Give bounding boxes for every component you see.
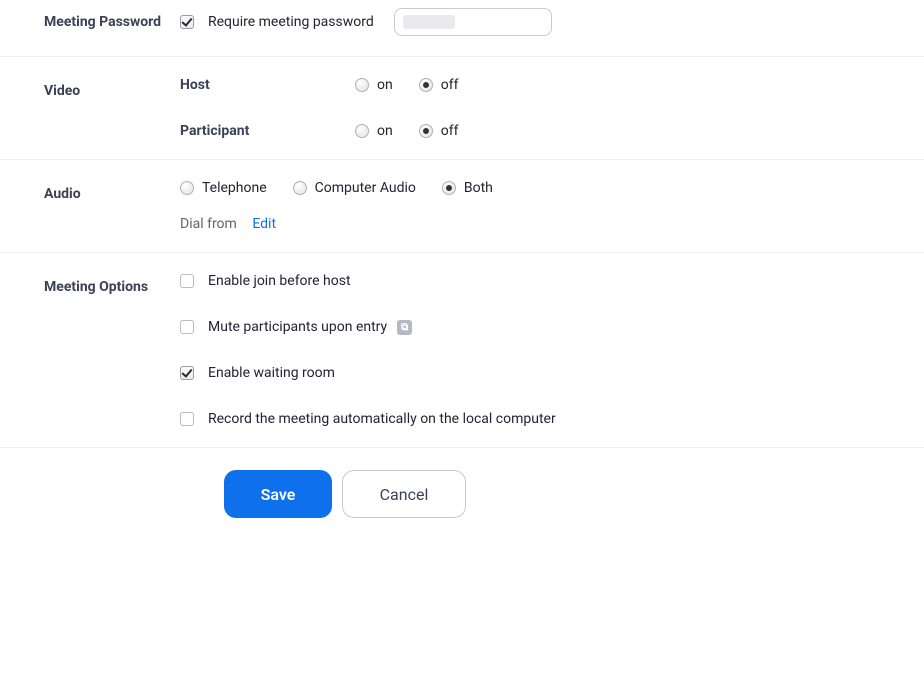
label-video-participant: Participant — [180, 123, 355, 139]
label-waiting-room: Enable waiting room — [208, 365, 335, 381]
label-video: Video — [0, 77, 180, 139]
label-video-host: Host — [180, 77, 355, 93]
actions-row: Save Cancel — [0, 448, 924, 546]
checkbox-require-password[interactable] — [180, 15, 194, 29]
radio-audio-computer[interactable] — [293, 181, 307, 195]
cancel-button[interactable]: Cancel — [342, 470, 466, 518]
radio-participant-off[interactable] — [419, 124, 433, 138]
radio-host-off[interactable] — [419, 78, 433, 92]
checkbox-mute-on-entry[interactable] — [180, 320, 194, 334]
radio-audio-telephone[interactable] — [180, 181, 194, 195]
info-icon[interactable]: ⧉ — [397, 320, 412, 335]
radio-group-participant-video: on off — [355, 123, 458, 139]
radio-participant-on[interactable] — [355, 124, 369, 138]
dial-from-row: Dial from Edit — [180, 216, 924, 232]
radio-audio-both[interactable] — [442, 181, 456, 195]
radio-group-host-video: on off — [355, 77, 458, 93]
password-masked — [403, 15, 455, 29]
password-input[interactable] — [394, 8, 552, 36]
section-meeting-options: Meeting Options Enable join before host … — [0, 253, 924, 448]
dial-from-label: Dial from — [180, 216, 237, 232]
save-button[interactable]: Save — [224, 470, 332, 518]
label-record-auto: Record the meeting automatically on the … — [208, 411, 556, 427]
label-mute-on-entry: Mute participants upon entry — [208, 319, 387, 335]
checkbox-join-before-host[interactable] — [180, 274, 194, 288]
radio-group-audio: Telephone Computer Audio Both — [180, 180, 924, 196]
section-video: Video Host on off Participant on — [0, 57, 924, 160]
section-meeting-password: Meeting Password Require meeting passwor… — [0, 0, 924, 57]
checkbox-waiting-room[interactable] — [180, 366, 194, 380]
radio-host-on[interactable] — [355, 78, 369, 92]
edit-dial-link[interactable]: Edit — [252, 216, 276, 232]
label-audio: Audio — [0, 180, 180, 232]
label-meeting-password: Meeting Password — [0, 8, 180, 36]
checkbox-record-auto[interactable] — [180, 412, 194, 426]
label-join-before-host: Enable join before host — [208, 273, 351, 289]
section-audio: Audio Telephone Computer Audio Both Dial… — [0, 160, 924, 253]
label-meeting-options: Meeting Options — [0, 273, 180, 427]
require-password-label: Require meeting password — [208, 14, 374, 30]
